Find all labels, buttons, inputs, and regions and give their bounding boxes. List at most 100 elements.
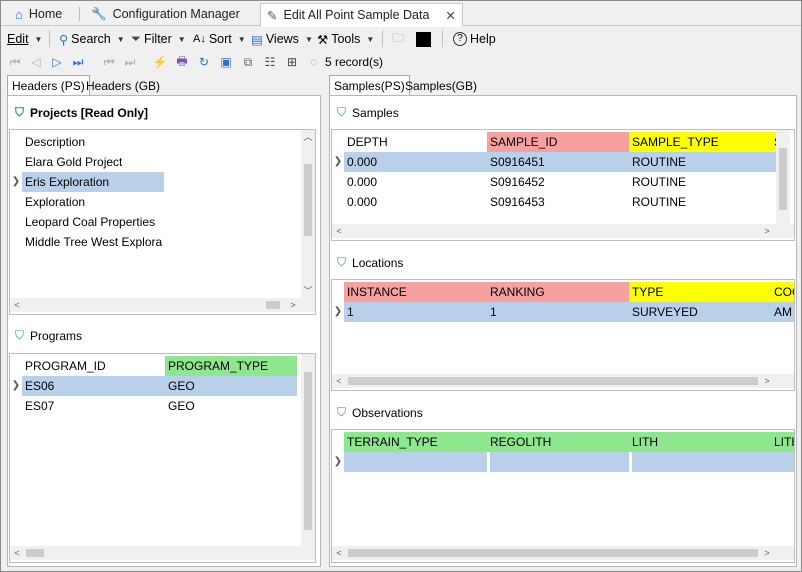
horizontal-scrollbar[interactable]: < > [10, 298, 315, 312]
tab-edit-all-point-sample-data[interactable]: ✎ Edit All Point Sample Data ✕ [260, 3, 463, 27]
instance-cell[interactable]: 1 [344, 302, 354, 322]
scroll-down-icon[interactable]: ﹀ [301, 284, 315, 298]
column-header-program-type[interactable]: PROGRAM_TYPE [165, 356, 297, 376]
program-type-cell[interactable]: GEO [165, 376, 195, 396]
edit-icon: ✎ [267, 8, 278, 23]
horizontal-scrollbar[interactable]: < [10, 546, 315, 560]
tab-samples-gb[interactable]: Samples(GB) [401, 76, 481, 96]
vertical-scrollbar[interactable]: ︿ ﹀ [301, 130, 315, 298]
column-header-lith[interactable]: LITH [629, 432, 771, 452]
document-tab-bar: ⌂ Home 🔧 Configuration Manager ✎ Edit Al… [1, 1, 801, 27]
scroll-thumb[interactable] [26, 549, 44, 557]
menu-views[interactable]: ▤ Views ▼ [251, 30, 313, 48]
folder-button[interactable]: 🗀 [392, 30, 405, 48]
scroll-thumb[interactable] [779, 148, 787, 210]
horizontal-scrollbar[interactable]: < > [332, 224, 794, 238]
tab-samples-ps[interactable]: Samples(PS) [329, 75, 410, 95]
horizontal-scrollbar[interactable]: < > [332, 374, 794, 388]
previous-record-icon[interactable]: ◁ [27, 53, 45, 71]
project-row[interactable]: Eris Exploration [22, 172, 109, 192]
sample-type-cell[interactable]: ROUTINE [629, 172, 686, 192]
sample-id-cell[interactable]: S0916453 [487, 192, 545, 212]
next-page-icon[interactable]: ⏭ [121, 53, 139, 71]
column-header-coordinate[interactable]: COO [771, 282, 794, 302]
sample-id-cell[interactable]: S0916452 [487, 172, 545, 192]
last-record-icon[interactable]: ⏭ [69, 53, 87, 71]
tab-headers-ps[interactable]: Headers (PS) [7, 75, 90, 95]
program-id-cell[interactable]: ES07 [22, 396, 54, 416]
scroll-right-icon[interactable]: > [760, 224, 774, 238]
column-header-sample-id[interactable]: SAMPLE_ID [487, 132, 629, 152]
sample-type-cell[interactable]: ROUTINE [629, 152, 686, 172]
scroll-left-icon[interactable]: < [10, 298, 24, 312]
sample-type-cell[interactable]: ROUTINE [629, 192, 686, 212]
scroll-thumb[interactable] [304, 164, 312, 236]
row-indicator-icon: ❯ [11, 380, 21, 391]
project-row[interactable]: Exploration [22, 192, 85, 212]
menu-tools[interactable]: ⚒ Tools ▼ [317, 30, 374, 48]
scroll-left-icon[interactable]: < [332, 546, 346, 560]
lightning-icon[interactable]: ⚡ [151, 53, 169, 71]
vertical-scrollbar[interactable] [776, 130, 790, 224]
color-button[interactable] [416, 30, 431, 48]
tab-headers-gb[interactable]: Headers (GB) [82, 76, 164, 96]
column-header-program-id[interactable]: PROGRAM_ID [22, 356, 165, 376]
refresh-icon[interactable]: ↻ [195, 53, 213, 71]
first-record-icon[interactable]: ⏮ [6, 53, 24, 71]
scroll-left-icon[interactable]: < [332, 374, 346, 388]
ranking-cell[interactable]: 1 [487, 302, 497, 322]
spinner-icon: ◌ [310, 55, 318, 69]
scroll-left-icon[interactable]: < [10, 546, 24, 560]
caret-down-icon: ▼ [366, 34, 375, 44]
depth-cell[interactable]: 0.000 [344, 172, 377, 192]
horizontal-scrollbar[interactable]: < > [332, 546, 794, 560]
scroll-thumb[interactable] [304, 372, 312, 530]
export-icon[interactable]: 🖶 [173, 53, 191, 71]
column-header-sample-type[interactable]: SAMPLE_TYPE [629, 132, 771, 152]
menu-edit[interactable]: Edit ▼ [7, 30, 42, 48]
scroll-right-icon[interactable]: > [760, 374, 774, 388]
depth-cell[interactable]: 0.000 [344, 192, 377, 212]
coordinate-cell[interactable]: AM [771, 302, 794, 322]
scroll-thumb[interactable] [266, 301, 280, 309]
scroll-left-icon[interactable]: < [332, 224, 346, 238]
column-header-depth[interactable]: DEPTH [344, 132, 487, 152]
close-icon[interactable]: ✕ [445, 8, 455, 23]
tab-home[interactable]: ⌂ Home [9, 3, 68, 25]
scroll-thumb[interactable] [348, 549, 758, 557]
samples-grid: DEPTH SAMPLE_ID SAMPLE_TYPE S ❯ 0.000 S0… [331, 129, 795, 241]
views-icon: ▤ [251, 32, 263, 47]
menu-sort[interactable]: A↓ Sort ▼ [193, 30, 246, 48]
project-row[interactable]: Leopard Coal Properties [22, 212, 155, 232]
program-type-cell[interactable]: GEO [165, 396, 195, 416]
scroll-up-icon[interactable]: ︿ [301, 130, 315, 144]
form-view-icon[interactable]: ▣ [217, 53, 235, 71]
menu-filter[interactable]: ⏷ Filter ▼ [131, 30, 186, 48]
depth-cell[interactable]: 0.000 [344, 152, 377, 172]
scroll-right-icon[interactable]: > [760, 546, 774, 560]
tab-configuration-manager[interactable]: 🔧 Configuration Manager [85, 3, 246, 25]
column-header-regolith[interactable]: REGOLITH [487, 432, 629, 452]
column-header-description[interactable]: Description [22, 132, 165, 152]
menu-search[interactable]: ⚲ Search ▼ [59, 30, 125, 48]
grid-icon[interactable]: ☷ [261, 53, 279, 71]
next-record-icon[interactable]: ▷ [48, 53, 66, 71]
column-header-ranking[interactable]: RANKING [487, 282, 629, 302]
column-header-type[interactable]: TYPE [629, 282, 771, 302]
column-header-lith-2[interactable]: LITH [771, 432, 794, 452]
column-header-terrain-type[interactable]: TERRAIN_TYPE [344, 432, 487, 452]
copy-icon[interactable]: ⧉ [239, 53, 257, 71]
grid-settings-icon[interactable]: ⊞ [283, 53, 301, 71]
menu-help[interactable]: ? Help [453, 30, 496, 48]
scroll-right-icon[interactable]: > [286, 298, 300, 312]
sample-id-cell[interactable]: S0916451 [487, 152, 545, 172]
scroll-thumb[interactable] [348, 377, 758, 385]
type-cell[interactable]: SURVEYED [629, 302, 698, 322]
column-header-instance[interactable]: INSTANCE [344, 282, 487, 302]
first-page-icon[interactable]: ⏮ [100, 53, 118, 71]
project-row[interactable]: Elara Gold Project [22, 152, 122, 172]
vertical-scrollbar[interactable] [301, 354, 315, 546]
program-id-cell[interactable]: ES06 [22, 376, 54, 396]
menu-separator [49, 30, 50, 47]
project-row[interactable]: Middle Tree West Explora [22, 232, 165, 252]
